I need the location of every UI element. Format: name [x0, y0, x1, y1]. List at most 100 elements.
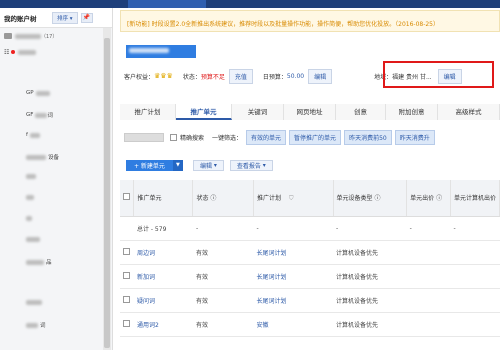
- row-checkbox-cell: [120, 312, 134, 337]
- recharge-button[interactable]: 充值: [228, 68, 253, 84]
- total-cell: -: [253, 216, 334, 241]
- redacted-text: [26, 300, 42, 305]
- plan-link[interactable]: 安徽: [253, 312, 334, 337]
- pc-bid-cell: [450, 264, 500, 289]
- bid-cell: [406, 312, 451, 337]
- plan-link[interactable]: 长尾词计划: [253, 288, 334, 313]
- select-all-header: [120, 180, 135, 217]
- row-checkbox[interactable]: [123, 247, 130, 255]
- sidebar-unit-item[interactable]: GF 词: [26, 111, 53, 119]
- action-toolbar: + 新建单元 ▼ 编辑 ▾ 查看报告 ▾: [120, 158, 500, 172]
- col-plan[interactable]: 推广计划 ⛉: [253, 180, 334, 217]
- table-row: 周边词 有效 长尾词计划 计算机设备优先: [120, 240, 500, 265]
- tab-campaign[interactable]: 推广计划: [120, 104, 176, 120]
- pc-bid-cell: [450, 240, 500, 265]
- redacted-text: [29, 132, 40, 138]
- device-cell: 计算机设备优先: [333, 264, 407, 289]
- total-cell: -: [333, 216, 407, 241]
- row-checkbox[interactable]: [123, 295, 130, 303]
- header-label: 推广单元: [137, 195, 162, 203]
- feature-notice-banner: [新功能] 时段设置2.0全新推出系统建议，推荐时段以及批量操作功能，操作简便，…: [120, 10, 500, 32]
- pc-bid-cell: [450, 312, 500, 337]
- device-cell: 计算机设备优先: [333, 240, 407, 265]
- sidebar-unit-item[interactable]: [26, 174, 36, 179]
- unit-name-link[interactable]: 疑问词: [133, 288, 193, 313]
- sidebar-account-row[interactable]: （17）: [0, 28, 112, 44]
- unit-name-link[interactable]: 周边词: [133, 240, 193, 265]
- edit-budget-button[interactable]: 编辑: [308, 68, 333, 84]
- daily-budget-value: 50.00: [286, 72, 305, 80]
- report-label: 查看报告: [236, 162, 261, 170]
- precise-search-checkbox[interactable]: [170, 133, 177, 141]
- sidebar-unit-item[interactable]: [26, 216, 32, 221]
- tab-advanced-style[interactable]: 高级样式: [438, 104, 500, 120]
- total-cell: -: [192, 216, 254, 241]
- row-checkbox[interactable]: [123, 271, 130, 279]
- unit-suffix: 词: [47, 113, 53, 119]
- sidebar-unit-item[interactable]: 设备: [26, 153, 59, 161]
- sidebar-unit-item[interactable]: [26, 195, 34, 200]
- filter-paused-units-button[interactable]: 暂停推广的单元: [289, 129, 342, 145]
- filter-rising-button[interactable]: 昨天消费升: [394, 129, 435, 145]
- unit-suffix: 设备: [48, 155, 60, 161]
- sort-button[interactable]: 排序 ▾: [52, 11, 78, 24]
- search-input[interactable]: [124, 132, 164, 142]
- redacted-text: [26, 195, 34, 200]
- pc-bid-cell: [450, 288, 500, 313]
- unit-name-link[interactable]: 通用词2: [133, 312, 193, 337]
- row-checkbox-cell: [120, 240, 134, 265]
- tab-extra-creative[interactable]: 附加创意: [386, 104, 438, 120]
- col-unit[interactable]: 推广单元: [133, 180, 194, 217]
- device-cell: 计算机设备优先: [333, 288, 407, 313]
- plan-link[interactable]: 长尾词计划: [253, 240, 334, 265]
- tab-unit[interactable]: 推广单元: [176, 104, 232, 120]
- total-cell: -: [406, 216, 451, 241]
- col-pc-bid[interactable]: 单元计算机出价: [450, 180, 500, 217]
- edit-button[interactable]: 编辑 ▾: [192, 159, 224, 171]
- sidebar-unit-item[interactable]: 品: [26, 258, 52, 266]
- filter-active-units-button[interactable]: 有效的单元: [246, 129, 287, 145]
- col-bid[interactable]: 单元出价 ⓘ: [406, 180, 451, 217]
- sidebar-scrollbar[interactable]: [103, 28, 111, 350]
- unit-suffix: 品: [46, 260, 52, 266]
- redacted-text: [35, 90, 50, 96]
- tab-url[interactable]: 网页地址: [284, 104, 336, 120]
- sidebar-unit-item[interactable]: f: [26, 132, 40, 138]
- status-dot-icon: [11, 50, 16, 54]
- redacted-text: [26, 237, 40, 242]
- unit-name-link[interactable]: 新加词: [133, 264, 193, 289]
- sidebar-plan-row[interactable]: ☷: [0, 44, 112, 60]
- account-tree-sidebar: 我的账户树 排序 ▾ 📌 （17） ☷: [0, 8, 113, 350]
- redacted-plan-name: [18, 49, 37, 55]
- unit-prefix: GP: [26, 90, 34, 96]
- sidebar-unit-item[interactable]: [26, 300, 42, 305]
- top-nav-active-tab[interactable]: [128, 0, 206, 8]
- sidebar-header: 我的账户树 排序 ▾ 📌: [0, 8, 112, 28]
- pin-icon[interactable]: 📌: [80, 12, 93, 23]
- tab-creative[interactable]: 创意: [336, 104, 386, 120]
- daily-budget-label: 日预算：: [262, 73, 287, 81]
- new-unit-dropdown-icon[interactable]: ▼: [172, 159, 183, 171]
- col-device[interactable]: 单元设备类型 ⓘ: [333, 180, 408, 217]
- scrollbar-thumb[interactable]: [104, 38, 110, 348]
- sidebar-unit-item[interactable]: [26, 237, 40, 242]
- filter-top50-button[interactable]: 昨天消费前50: [344, 129, 392, 145]
- row-checkbox[interactable]: [123, 319, 130, 327]
- tab-keyword[interactable]: 关键词: [232, 104, 284, 120]
- header-label: 推广计划: [257, 194, 282, 202]
- table-row: 通用词2 有效 安徽 计算机设备优先: [120, 312, 500, 337]
- precise-search-label: 精确搜索: [180, 134, 205, 142]
- plan-link[interactable]: 长尾词计划: [253, 264, 334, 289]
- sidebar-unit-item[interactable]: 词: [26, 321, 46, 329]
- new-unit-button[interactable]: + 新建单元: [126, 159, 173, 171]
- sidebar-unit-item[interactable]: GP: [26, 90, 50, 96]
- table-row: 疑问词 有效 长尾词计划 计算机设备优先: [120, 288, 500, 313]
- trophy-icons: ♛♛♛: [154, 72, 173, 80]
- view-report-button[interactable]: 查看报告 ▾: [229, 159, 273, 171]
- notice-text: [新功能] 时段设置2.0全新推出系统建议，推荐时段以及批量操作功能，操作简便，…: [127, 21, 440, 28]
- select-all-checkbox[interactable]: [123, 193, 130, 201]
- col-status[interactable]: 状态 ⓘ: [192, 180, 255, 217]
- filter-icon[interactable]: ⛉: [289, 195, 294, 202]
- status-label: 状态：: [182, 73, 201, 81]
- redacted-text: [26, 259, 44, 265]
